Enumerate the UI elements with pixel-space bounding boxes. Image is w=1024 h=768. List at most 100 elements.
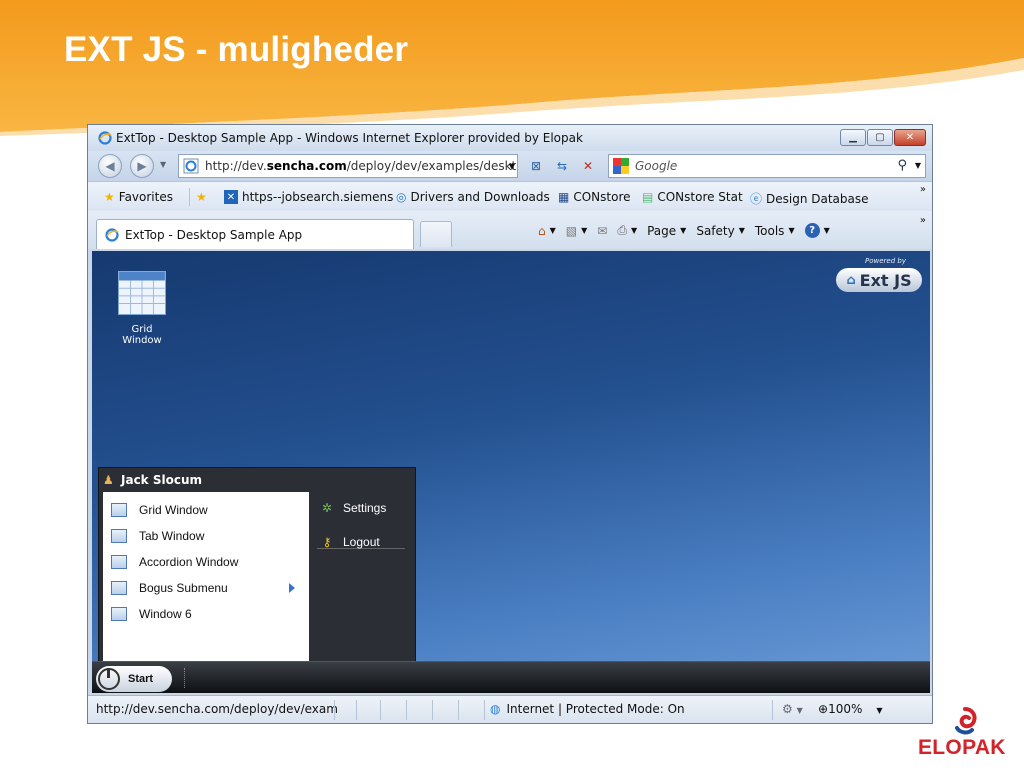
address-bar[interactable]: http://dev.sencha.com/deploy/dev/example… — [178, 154, 518, 178]
maximize-button[interactable]: ▢ — [867, 129, 893, 146]
ie-icon — [105, 227, 119, 242]
status-divider — [380, 700, 381, 720]
address-text[interactable]: http://dev.sencha.com/deploy/dev/example… — [205, 159, 516, 173]
home-button[interactable]: ⌂ ▼ — [538, 224, 556, 238]
ie-icon: ⓔ — [750, 192, 763, 206]
dell-icon: ◎ — [396, 190, 407, 204]
print-button[interactable]: ⎙ ▼ — [617, 223, 637, 238]
menu-item-label: Tab Window — [139, 529, 205, 543]
fav-link-constore-stat[interactable]: ▤ CONstore Stat — [642, 190, 743, 204]
new-tab-button[interactable] — [420, 221, 452, 247]
menu-item-tab-window[interactable]: Tab Window — [103, 524, 309, 548]
add-favorite-button[interactable]: ★ — [196, 190, 211, 204]
elopak-logo: ELOPAK — [916, 706, 1016, 762]
start-menu-user: Jack Slocum — [121, 473, 202, 487]
address-dropdown-icon[interactable]: ▼ — [502, 154, 522, 178]
menu-item-bogus-submenu[interactable]: Bogus Submenu — [103, 576, 309, 600]
google-icon — [613, 158, 629, 174]
zoom-icon: ⊕ — [818, 702, 829, 716]
status-bar: http://dev.sencha.com/deploy/dev/exam ◍ I… — [88, 695, 932, 723]
status-url: http://dev.sencha.com/deploy/dev/exam — [96, 702, 338, 716]
ie-page-icon — [183, 158, 199, 174]
window-6-icon — [111, 607, 127, 621]
user-icon: ♟ — [103, 473, 114, 487]
help-button[interactable]: ? ▼ — [804, 223, 830, 238]
feeds-button[interactable]: ▧ ▼ — [566, 224, 588, 238]
menu-item-window-6[interactable]: Window 6 — [103, 602, 309, 626]
orange-banner — [0, 0, 1024, 136]
fav-link-constore[interactable]: ▦ CONstore — [558, 190, 631, 204]
browser-window: ExtTop - Desktop Sample App - Windows In… — [87, 124, 933, 724]
stop-icon[interactable]: ✕ — [578, 154, 598, 178]
search-box[interactable]: Google ⚲ ▼ — [608, 154, 926, 178]
menu-tool-settings[interactable]: ✲ Settings — [319, 496, 386, 520]
fav-label-constore: CONstore — [573, 190, 631, 204]
back-arrow-icon: ◀ — [105, 159, 115, 173]
close-button[interactable]: ✕ — [894, 129, 926, 146]
submenu-window-icon — [111, 581, 127, 595]
forward-button[interactable]: ▶ — [130, 154, 154, 178]
star-icon: ★ — [104, 190, 115, 204]
window-controls: ▁ ▢ ✕ — [839, 129, 926, 146]
menu-item-label: Accordion Window — [139, 555, 239, 569]
zoom-level: 100% — [828, 702, 863, 716]
minimize-button[interactable]: ▁ — [840, 129, 866, 146]
favorites-label: Favorites — [118, 190, 173, 204]
favorites-button[interactable]: ★ Favorites — [104, 190, 173, 204]
menu-item-label: Bogus Submenu — [139, 581, 228, 595]
fav-label-drivers: Drivers and Downloads — [410, 190, 550, 204]
more-commands-chevron-icon[interactable]: » — [920, 215, 926, 226]
back-button[interactable]: ◀ — [98, 154, 122, 178]
taskbar: Start — [92, 661, 930, 693]
page-menu[interactable]: Page ▼ — [647, 224, 686, 238]
zone-label: Internet | Protected Mode: On — [506, 702, 685, 716]
globe-icon: ◍ — [490, 702, 501, 716]
powered-by-text: Powered by — [865, 257, 906, 265]
menu-tool-logout[interactable]: ⚷ Logout — [319, 530, 380, 554]
menu-item-accordion-window[interactable]: Accordion Window — [103, 550, 309, 574]
status-divider — [458, 700, 459, 720]
history-dropdown-icon[interactable]: ▼ — [160, 160, 166, 169]
feeds-icon: ▧ — [565, 223, 578, 238]
search-dropdown-icon[interactable]: ▼ — [915, 161, 921, 170]
status-divider — [406, 700, 407, 720]
grid-window-shortcut[interactable]: Grid Window — [114, 271, 170, 346]
fav-label-design-db: Design Database — [766, 191, 869, 206]
slide: EXT JS - muligheder ExtTop - Desktop Sam… — [0, 0, 1024, 768]
refresh-icon[interactable]: ⇆ — [552, 154, 572, 178]
zoom-control[interactable]: ⊕100% ▼ — [818, 702, 883, 716]
mail-button[interactable]: ✉ — [597, 224, 607, 238]
help-icon: ? — [804, 223, 820, 238]
shortcut-label: Grid Window — [122, 324, 162, 346]
favbar-divider — [189, 188, 190, 206]
mail-icon: ✉ — [597, 223, 608, 238]
start-button[interactable]: Start — [96, 666, 172, 692]
menu-item-label: Grid Window — [139, 503, 208, 517]
search-placeholder: Google — [635, 159, 678, 173]
fav-label-constore-stat: CONstore Stat — [657, 190, 743, 204]
power-icon — [98, 668, 120, 690]
fav-link-siemens[interactable]: ✕ https--jobsearch.siemens — [224, 190, 393, 204]
status-divider — [334, 700, 335, 720]
safety-menu[interactable]: Safety ▼ — [696, 224, 745, 238]
favorites-bar: ★ Favorites ★ ✕ https--jobsearch.siemens ◎… — [88, 181, 932, 211]
fav-link-design-db[interactable]: ⓔ Design Database — [750, 190, 869, 207]
tools-menu[interactable]: Tools ▼ — [755, 224, 795, 238]
elopak-mark-icon — [955, 707, 977, 735]
status-divider — [484, 700, 485, 720]
security-zone[interactable]: ◍ Internet | Protected Mode: On — [490, 702, 685, 716]
tab-exttop[interactable]: ExtTop - Desktop Sample App — [96, 219, 414, 249]
start-menu: ♟ Jack Slocum Grid Window Tab Window Acc… — [98, 467, 416, 693]
submenu-arrow-icon — [289, 583, 295, 593]
fav-label-siemens: https--jobsearch.siemens — [242, 190, 394, 204]
fav-link-drivers[interactable]: ◎ Drivers and Downloads — [396, 190, 550, 204]
compatibility-icon[interactable]: ⊠ — [526, 154, 546, 178]
more-favorites-chevron-icon[interactable]: » — [920, 184, 926, 195]
protected-mode-icon[interactable]: ⚙ ▼ — [782, 702, 803, 716]
window-title: ExtTop - Desktop Sample App - Windows In… — [116, 131, 583, 145]
menu-item-grid-window[interactable]: Grid Window — [103, 498, 309, 522]
status-divider — [432, 700, 433, 720]
address-domain: sencha.com — [266, 159, 347, 173]
status-divider — [772, 700, 773, 720]
search-icon[interactable]: ⚲ — [897, 158, 907, 173]
